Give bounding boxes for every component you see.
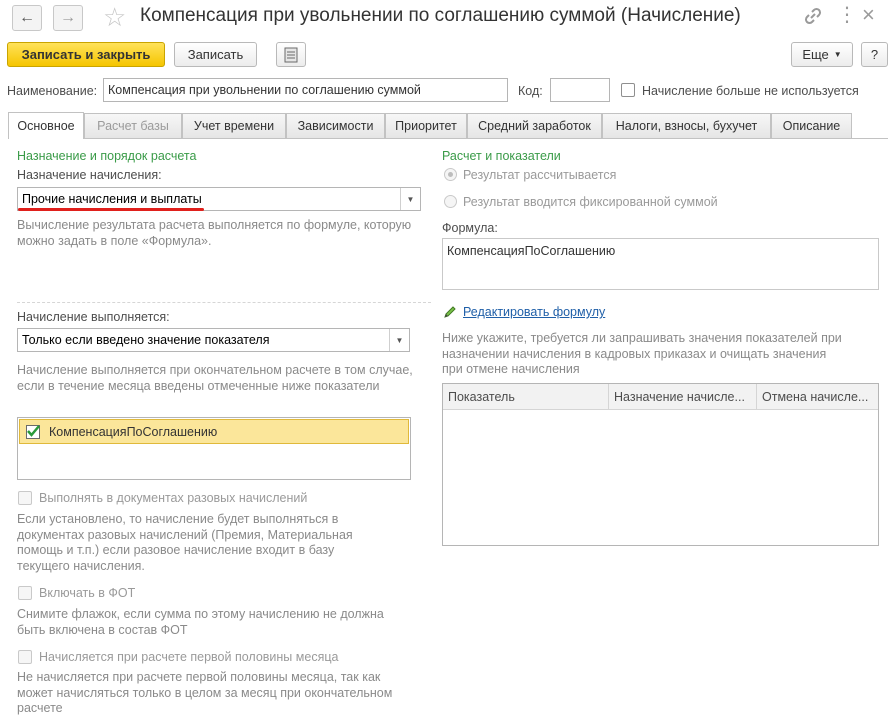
left-separator	[17, 302, 431, 303]
print-list-button[interactable]	[276, 42, 306, 67]
red-underline-mark	[18, 208, 204, 211]
unused-label: Начисление больше не используется	[642, 84, 859, 98]
help-button[interactable]: ?	[861, 42, 888, 67]
menu-dots-icon[interactable]: ⋮	[837, 2, 857, 27]
link-icon[interactable]	[803, 6, 823, 26]
first-half-hint: Не начисляется при расчете первой полови…	[17, 670, 393, 715]
first-half-label: Начисляется при расчете первой половины …	[39, 650, 339, 664]
save-and-close-button[interactable]: Записать и закрыть	[7, 42, 165, 67]
indicators-list[interactable]: КомпенсацияПоСоглашению	[17, 417, 411, 480]
name-field[interactable]: Компенсация при увольнении по соглашению…	[103, 78, 508, 102]
purpose-section-title: Назначение и порядок расчета	[17, 149, 197, 163]
one-time-label: Выполнять в документах разовых начислени…	[39, 491, 308, 505]
radio-fixed[interactable]	[444, 195, 457, 208]
more-label: Еще	[802, 47, 829, 62]
list-item[interactable]: КомпенсацияПоСоглашению	[19, 419, 409, 444]
close-icon[interactable]: ×	[862, 2, 875, 28]
list-icon	[284, 47, 298, 62]
indicator-name: КомпенсацияПоСоглашению	[49, 425, 218, 439]
tab-description[interactable]: Описание	[771, 113, 852, 138]
purpose-value: Прочие начисления и выплаты	[22, 192, 202, 206]
window-title: Компенсация при увольнении по соглашению…	[140, 5, 741, 26]
tab-dependencies[interactable]: Зависимости	[286, 113, 385, 138]
dropdown-arrow-icon[interactable]: ▼	[400, 188, 420, 210]
formula-value: КомпенсацияПоСоглашению	[447, 244, 616, 258]
radio-calculated[interactable]	[444, 168, 457, 181]
dropdown-arrow-icon[interactable]: ▼	[389, 329, 409, 351]
save-button[interactable]: Записать	[174, 42, 257, 67]
fot-hint: Снимите флажок, если сумма по этому начи…	[17, 607, 384, 637]
edit-formula-link[interactable]: Редактировать формулу	[463, 305, 605, 319]
column-header-assignment[interactable]: Назначение начисле...	[609, 384, 757, 410]
one-time-checkbox[interactable]	[18, 491, 32, 505]
indicators-hint: Ниже укажите, требуется ли запрашивать з…	[442, 331, 842, 376]
indicator-checkbox[interactable]	[26, 425, 40, 439]
tab-average-earnings[interactable]: Средний заработок	[467, 113, 602, 138]
performed-value: Только если введено значение показателя	[22, 333, 270, 347]
tab-main[interactable]: Основное	[8, 112, 84, 139]
code-field[interactable]	[550, 78, 610, 102]
fot-label: Включать в ФОТ	[39, 586, 136, 600]
tab-taxes[interactable]: Налоги, взносы, бухучет	[602, 113, 771, 138]
formula-label: Формула:	[442, 221, 498, 235]
tab-time-accounting[interactable]: Учет времени	[182, 113, 286, 138]
fot-checkbox[interactable]	[18, 586, 32, 600]
formula-field[interactable]: КомпенсацияПоСоглашению	[442, 238, 879, 290]
radio-fixed-label: Результат вводится фиксированной суммой	[463, 195, 718, 209]
purpose-hint: Вычисление результата расчета выполняетс…	[17, 218, 412, 248]
tab-divider	[8, 138, 888, 139]
chevron-down-icon: ▼	[833, 50, 842, 59]
name-label: Наименование:	[7, 84, 98, 98]
unused-checkbox[interactable]	[621, 83, 635, 97]
column-header-indicator[interactable]: Показатель	[443, 384, 609, 410]
first-half-checkbox[interactable]	[18, 650, 32, 664]
calc-section-title: Расчет и показатели	[442, 149, 561, 163]
one-time-hint: Если установлено, то начисление будет вы…	[17, 512, 353, 573]
more-button[interactable]: Еще ▼	[791, 42, 853, 67]
purpose-label: Назначение начисления:	[17, 168, 162, 182]
checkmark-icon	[27, 425, 40, 437]
column-header-cancellation[interactable]: Отмена начисле...	[757, 384, 878, 410]
arrow-left-icon: ←	[19, 9, 35, 26]
indicators-table[interactable]: Показатель Назначение начисле... Отмена …	[442, 383, 879, 546]
radio-calculated-label: Результат рассчитывается	[463, 168, 617, 182]
tab-base-calc[interactable]: Расчет базы	[84, 113, 182, 138]
performed-hint: Начисление выполняется при окончательном…	[17, 363, 413, 393]
favorite-star-icon[interactable]: ☆	[103, 2, 126, 33]
arrow-right-icon: →	[60, 9, 76, 26]
performed-label: Начисление выполняется:	[17, 310, 170, 324]
forward-button[interactable]: →	[53, 5, 83, 31]
performed-select[interactable]: Только если введено значение показателя …	[17, 328, 410, 352]
back-button[interactable]: ←	[12, 5, 42, 31]
tab-priority[interactable]: Приоритет	[385, 113, 467, 138]
code-label: Код:	[518, 84, 543, 98]
pencil-icon[interactable]	[443, 305, 457, 319]
